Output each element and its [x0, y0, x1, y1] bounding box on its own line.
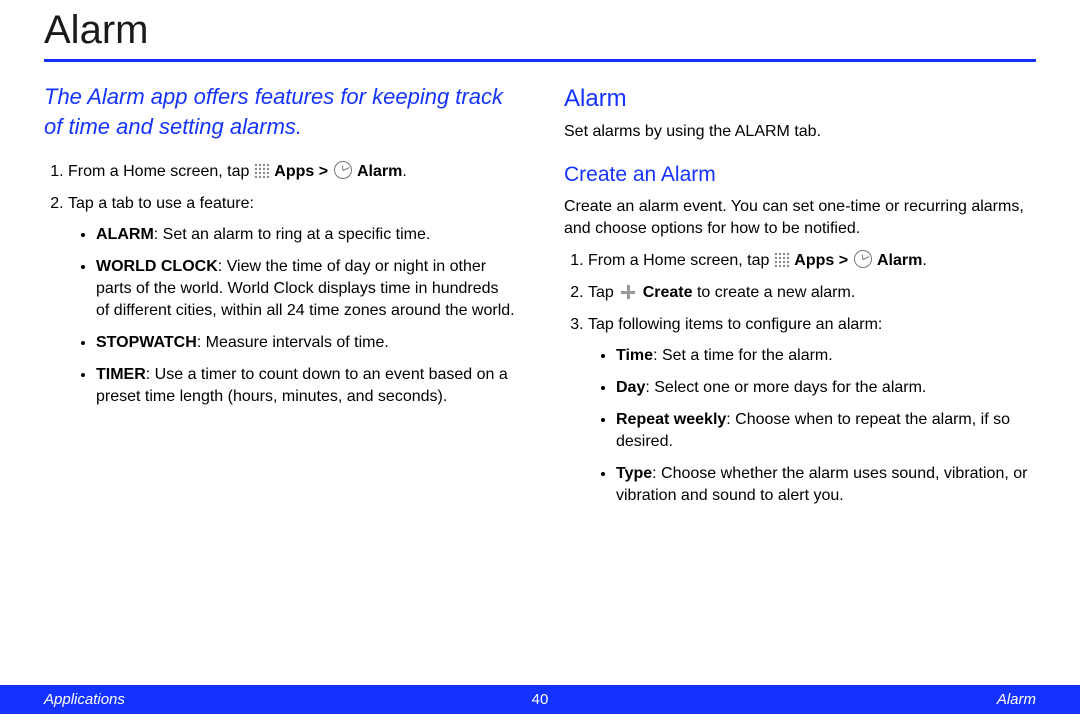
def: : Select one or more days for the alarm.: [645, 379, 926, 396]
left-step-2: Tap a tab to use a feature: ALARM: Set a…: [68, 193, 516, 408]
gt: >: [834, 252, 852, 269]
term: Type: [616, 465, 652, 482]
footer: Applications 40 Alarm: [0, 685, 1080, 714]
apps-icon: [774, 252, 790, 268]
columns: The Alarm app offers features for keepin…: [44, 82, 1036, 517]
alarm-label: Alarm: [357, 163, 402, 180]
footer-right: Alarm: [997, 691, 1036, 708]
gt: >: [314, 163, 332, 180]
left-step-1: From a Home screen, tap Apps > Alarm.: [68, 161, 516, 183]
def: : Use a timer to count down to an event …: [96, 366, 508, 405]
right-column: Alarm Set alarms by using the ALARM tab.…: [564, 82, 1036, 517]
def: : Set an alarm to ring at a specific tim…: [154, 226, 431, 243]
title-rule: [44, 59, 1036, 62]
def: : Set a time for the alarm.: [653, 347, 833, 364]
page-title: Alarm: [44, 0, 1036, 59]
period: .: [922, 252, 926, 269]
term: Repeat weekly: [616, 411, 726, 428]
text: Tap following items to configure an alar…: [588, 316, 882, 333]
right-step-2: Tap Create to create a new alarm.: [588, 282, 1036, 304]
bullet-timer: TIMER: Use a timer to count down to an e…: [96, 364, 516, 408]
left-bullets: ALARM: Set an alarm to ring at a specifi…: [68, 224, 516, 409]
bullet-repeat: Repeat weekly: Choose when to repeat the…: [616, 409, 1036, 453]
bullet-stopwatch: STOPWATCH: Measure intervals of time.: [96, 332, 516, 354]
left-column: The Alarm app offers features for keepin…: [44, 82, 516, 517]
intro-text: The Alarm app offers features for keepin…: [44, 82, 516, 141]
def: : Measure intervals of time.: [197, 334, 389, 351]
subsection-heading: Create an Alarm: [564, 161, 1036, 190]
text: to create a new alarm.: [697, 284, 855, 301]
footer-page-number: 40: [532, 691, 549, 708]
text: From a Home screen, tap: [588, 252, 774, 269]
apps-icon: [254, 163, 270, 179]
right-bullets: Time: Set a time for the alarm. Day: Sel…: [588, 345, 1036, 507]
bullet-day: Day: Select one or more days for the ala…: [616, 377, 1036, 399]
right-step-3: Tap following items to configure an alar…: [588, 314, 1036, 507]
bullet-type: Type: Choose whether the alarm uses soun…: [616, 463, 1036, 507]
term: ALARM: [96, 226, 154, 243]
section-heading: Alarm: [564, 82, 1036, 115]
period: .: [402, 163, 406, 180]
footer-left: Applications: [44, 691, 125, 708]
plus-icon: [620, 284, 636, 300]
text: From a Home screen, tap: [68, 163, 254, 180]
subsection-desc: Create an alarm event. You can set one-t…: [564, 196, 1036, 240]
bullet-time: Time: Set a time for the alarm.: [616, 345, 1036, 367]
right-step-1: From a Home screen, tap Apps > Alarm.: [588, 250, 1036, 272]
term: Time: [616, 347, 653, 364]
text: Tap a tab to use a feature:: [68, 195, 254, 212]
bullet-alarm: ALARM: Set an alarm to ring at a specifi…: [96, 224, 516, 246]
def: : Choose whether the alarm uses sound, v…: [616, 465, 1027, 504]
clock-icon: [854, 250, 872, 268]
term: Day: [616, 379, 645, 396]
section-sub: Set alarms by using the ALARM tab.: [564, 121, 1036, 143]
left-steps: From a Home screen, tap Apps > Alarm.: [44, 161, 516, 408]
term: WORLD CLOCK: [96, 258, 218, 275]
apps-label: Apps: [794, 252, 834, 269]
term: TIMER: [96, 366, 146, 383]
create-label: Create: [643, 284, 693, 301]
clock-icon: [334, 161, 352, 179]
right-steps: From a Home screen, tap Apps > Alarm.: [564, 250, 1036, 507]
text: Tap: [588, 284, 618, 301]
bullet-world-clock: WORLD CLOCK: View the time of day or nig…: [96, 256, 516, 322]
term: STOPWATCH: [96, 334, 197, 351]
alarm-label: Alarm: [877, 252, 922, 269]
apps-label: Apps: [274, 163, 314, 180]
